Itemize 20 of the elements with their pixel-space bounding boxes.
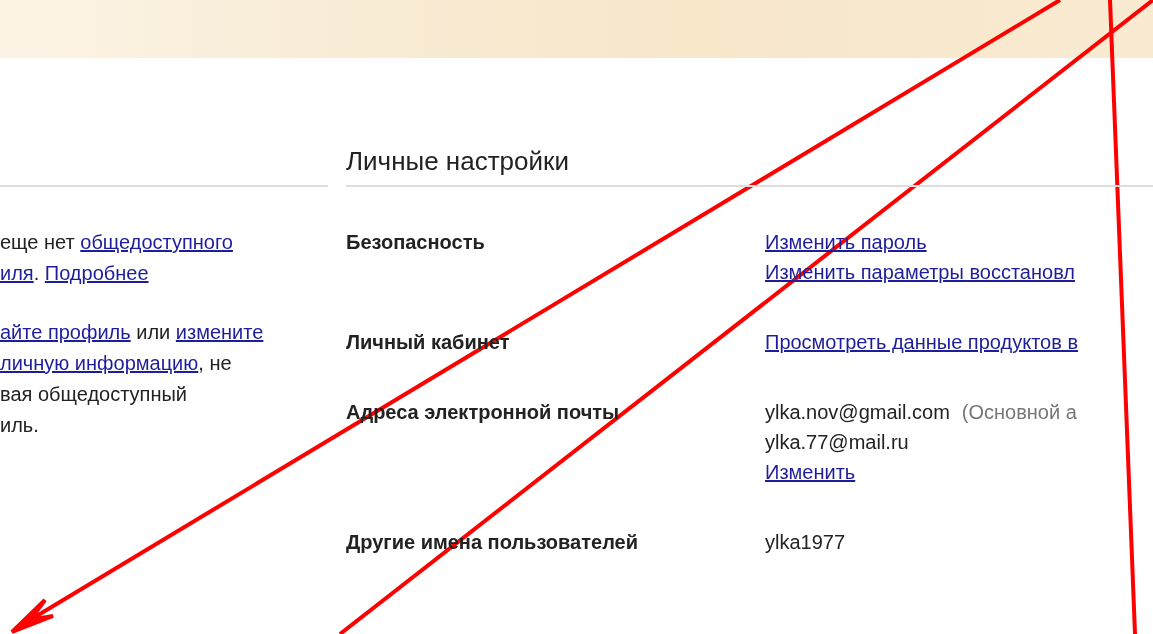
- body-text: , не: [198, 352, 232, 374]
- text-link[interactable]: Подробнее: [44, 262, 149, 284]
- body-text: или: [135, 321, 172, 343]
- setting-label: Безопасность: [346, 231, 485, 253]
- text-link[interactable]: Просмотреть данные продуктов в: [765, 331, 1079, 353]
- body-text: иль.: [0, 414, 39, 436]
- body-text: ylka.nov@gmail.com: [765, 401, 950, 423]
- text-link[interactable]: иля: [0, 262, 34, 284]
- body-text: вая общедоступный: [0, 383, 187, 405]
- section-title: Личные настройки: [346, 145, 569, 178]
- text-link[interactable]: измените: [175, 321, 264, 343]
- body-text: ylka1977: [765, 531, 846, 553]
- text-link[interactable]: айте профиль: [0, 321, 131, 343]
- text-link[interactable]: личную информацию: [0, 352, 199, 374]
- body-text: .: [33, 262, 41, 284]
- body-text: еще нет: [0, 231, 76, 253]
- body-text: ylka.77@mail.ru: [765, 431, 909, 453]
- text-link[interactable]: общедоступного: [80, 231, 233, 253]
- text-link[interactable]: Изменить: [765, 461, 856, 483]
- primary-note: (Основной а: [961, 401, 1077, 423]
